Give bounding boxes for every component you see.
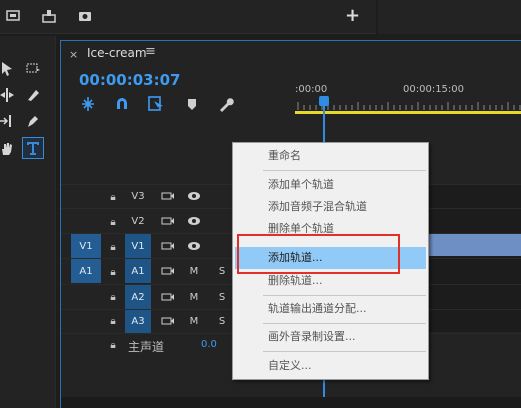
eye-icon[interactable] — [185, 236, 203, 256]
pen-tool-icon[interactable] — [22, 110, 44, 132]
sync-lock-icon[interactable] — [159, 311, 177, 331]
playhead-timecode[interactable]: 00:00:03:07 — [79, 71, 181, 89]
mute-button[interactable]: M — [187, 311, 201, 331]
razor-tool-icon[interactable] — [22, 84, 44, 106]
eye-icon[interactable] — [185, 186, 203, 206]
lock-icon[interactable]: 🔒︎ — [105, 238, 121, 256]
sync-lock-icon[interactable] — [159, 261, 177, 281]
playhead-handle[interactable] — [319, 96, 329, 106]
type-tool-icon[interactable] — [22, 137, 44, 159]
linked-selection-icon[interactable] — [147, 95, 165, 113]
sequence-tab-title[interactable]: Ice-cream — [87, 46, 147, 60]
track-target-label[interactable]: A1 — [125, 259, 151, 283]
premiere-window: + × Ice-cream ≡ 00:00:03:07:00:00 00:00… — [0, 0, 521, 408]
eye-icon[interactable] — [185, 211, 203, 231]
time-ruler[interactable]: :00:00 00:00:15:00 — [295, 78, 521, 114]
panel-menu-icon[interactable]: ≡ — [145, 44, 156, 59]
source-patch-a1[interactable]: A1 — [71, 259, 101, 283]
work-area-bar[interactable] — [295, 111, 521, 114]
lock-icon[interactable]: 🔒︎ — [105, 312, 121, 330]
tools-panel — [0, 36, 56, 408]
annotation-highlight-box — [237, 234, 400, 274]
solo-button[interactable]: S — [215, 311, 229, 331]
camera-icon[interactable] — [78, 8, 92, 22]
add-icon[interactable]: + — [345, 5, 360, 26]
sync-lock-icon[interactable] — [159, 186, 177, 206]
ripple-edit-icon[interactable] — [0, 84, 18, 106]
track-target-label[interactable]: A3 — [125, 310, 151, 333]
slip-tool-icon[interactable] — [0, 110, 18, 132]
master-volume-value[interactable]: 0.0 — [201, 339, 217, 350]
wrench-icon[interactable] — [217, 95, 235, 113]
solo-button[interactable]: S — [215, 261, 229, 281]
source-patch-v1[interactable]: V1 — [71, 234, 101, 258]
ruler-label: 00:00:15:00 — [403, 84, 465, 95]
menu-separator — [263, 351, 426, 352]
export-frame-icon[interactable] — [6, 8, 20, 22]
solo-button[interactable]: S — [215, 287, 229, 307]
track-target-label[interactable]: V1 — [125, 234, 151, 258]
menu-item-rename[interactable]: 重命名 — [235, 145, 426, 167]
import-icon[interactable] — [42, 8, 56, 23]
track-target-label[interactable]: A2 — [125, 285, 151, 309]
menu-item-add-single-track[interactable]: 添加单个轨道 — [235, 174, 426, 196]
menu-item-track-output-channel-assignment[interactable]: 轨道输出通道分配... — [235, 298, 426, 320]
program-toolbar: + — [0, 0, 376, 34]
video-clip[interactable] — [429, 234, 521, 256]
hand-tool-icon[interactable] — [0, 138, 18, 160]
lock-icon[interactable]: 🔒︎ — [105, 288, 121, 306]
track-target-label[interactable]: V3 — [125, 186, 151, 206]
add-marker-icon[interactable] — [183, 95, 201, 113]
selection-tool-icon[interactable] — [0, 58, 18, 80]
timeline-scrollbar[interactable] — [61, 397, 521, 408]
menu-item-customize[interactable]: 自定义... — [235, 355, 426, 377]
sync-lock-icon[interactable] — [159, 211, 177, 231]
track-select-icon[interactable] — [22, 58, 44, 80]
snap-icon[interactable] — [113, 95, 131, 113]
menu-separator — [263, 295, 426, 296]
close-tab-icon[interactable]: × — [69, 48, 78, 61]
lock-icon[interactable]: 🔒︎ — [105, 213, 121, 231]
master-track-label: 主声道 — [128, 340, 165, 354]
mute-button[interactable]: M — [187, 287, 201, 307]
lock-icon[interactable]: 🔒︎ — [105, 263, 121, 281]
menu-separator — [263, 323, 426, 324]
ruler-label: :00:00 — [295, 84, 328, 95]
sync-lock-icon[interactable] — [159, 287, 177, 307]
program-toolbar-right — [378, 0, 521, 34]
lock-icon[interactable]: 🔒︎ — [105, 188, 121, 206]
menu-item-add-audio-submix-track[interactable]: 添加音频子混合轨道 — [235, 196, 426, 218]
mute-button[interactable]: M — [187, 261, 201, 281]
lock-icon[interactable]: 🔒︎ — [105, 337, 121, 353]
menu-separator — [263, 170, 426, 171]
track-target-label[interactable]: V2 — [125, 211, 151, 231]
sync-lock-icon[interactable] — [159, 236, 177, 256]
nest-icon[interactable] — [79, 95, 97, 113]
menu-item-voiceover-record-settings[interactable]: 画外音录制设置... — [235, 326, 426, 348]
